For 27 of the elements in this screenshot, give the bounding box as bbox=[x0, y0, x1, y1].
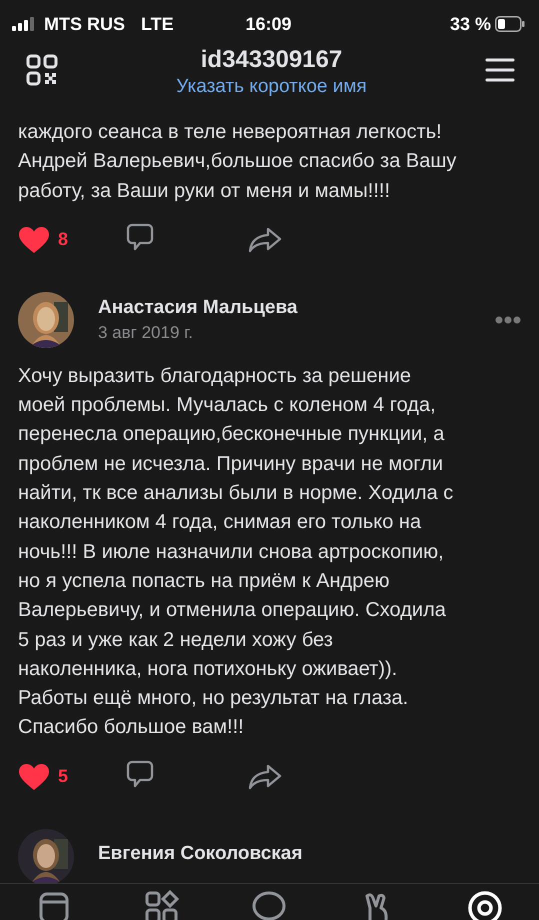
profile-id: id343309167 bbox=[200, 46, 342, 74]
signal-icon bbox=[12, 17, 36, 31]
author-name[interactable]: Евгения Соколовская bbox=[98, 828, 521, 865]
post-date: 3 авг 2019 г. bbox=[98, 322, 194, 343]
heart-icon[interactable] bbox=[18, 226, 50, 254]
post-text: каждого сеанса в теле невероятная легкость! Андрей Валерьевич,большое спасибо за Вашу работу, за Ваши руки от меня и мамы!!!! bbox=[18, 120, 458, 204]
more-icon[interactable] bbox=[495, 316, 521, 324]
battery-percent: 33 % bbox=[450, 14, 492, 34]
messages-tab-icon[interactable] bbox=[251, 890, 288, 920]
battery-icon bbox=[495, 16, 526, 32]
like-count: 5 bbox=[58, 766, 68, 788]
carrier-name: MTS RUS bbox=[44, 14, 125, 34]
comment-icon[interactable] bbox=[126, 760, 154, 788]
post-text: Хочу выразить благодарность за решение моей проблемы. Мучалась с коленом 4 года, перенесла операцию,бесконечные пункции, а проблем не исчезла. Причину врачи не могли найти, тк все анализы были в норме. Ходила с наколенником 4 года, снимая его только на ночь!!! В июле назначили снова артроскопию, но я успела попасть на приём к Андрею Валерьевичу, и отменила операцию. Сходила 5 раз и уже как 2 недели хожу без наколенника, нога потихоньку оживает)). Работы ещё много, но результат на глаза. Спасибо большое вам!!! bbox=[18, 364, 454, 740]
profile-tab-icon[interactable] bbox=[467, 890, 504, 920]
set-short-name-link[interactable]: Указать короткое имя bbox=[176, 76, 367, 98]
menu-icon[interactable] bbox=[485, 58, 515, 82]
heart-icon[interactable] bbox=[18, 762, 50, 791]
qr-code-icon[interactable] bbox=[26, 54, 58, 86]
services-tab-icon[interactable] bbox=[144, 890, 180, 920]
author-name[interactable]: Анастасия Мальцева bbox=[98, 296, 471, 319]
share-icon[interactable] bbox=[248, 226, 282, 253]
comment-icon[interactable] bbox=[126, 223, 154, 252]
clock-time: 16:09 bbox=[245, 14, 292, 34]
share-icon[interactable] bbox=[248, 764, 282, 790]
like-count: 8 bbox=[58, 229, 68, 250]
network-type: LTE bbox=[141, 14, 174, 34]
